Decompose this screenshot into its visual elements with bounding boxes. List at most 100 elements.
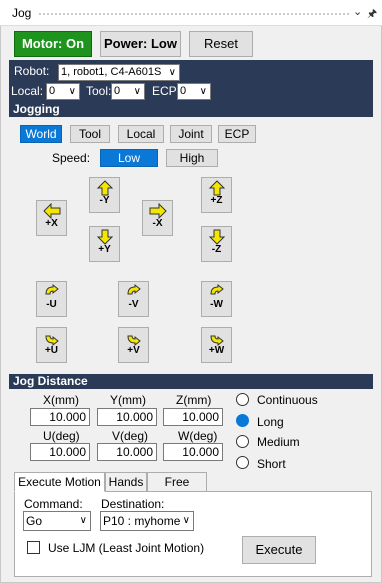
destination-label: Destination: — [101, 497, 165, 511]
ecp-select-value: 0 — [180, 85, 187, 97]
jog-plus-x-button[interactable]: +X — [36, 200, 67, 236]
arrow-right-icon — [149, 203, 167, 219]
jog-plus-w-button[interactable]: +W — [201, 327, 232, 363]
jog-minus-u-label: -U — [46, 299, 57, 310]
chevron-down-icon: ∨ — [182, 515, 190, 526]
tool-label: Tool: — [86, 84, 112, 98]
window-title: Jog — [12, 6, 32, 20]
jog-plus-z-label: +Z — [210, 195, 223, 206]
motor-on-button[interactable]: Motor: On — [14, 31, 92, 57]
jog-minus-u-button[interactable]: -U — [36, 281, 67, 317]
arrow-down-icon — [96, 229, 113, 245]
arrow-down-icon — [208, 229, 225, 245]
use-ljm-label: Use LJM (Least Joint Motion) — [48, 541, 205, 555]
jog-minus-z-label: -Z — [211, 244, 222, 255]
v-distance-input[interactable]: 10.000 — [97, 443, 157, 461]
long-radio[interactable] — [236, 414, 249, 427]
robot-select-value: 1, robot1, C4-A601S — [61, 66, 162, 78]
jog-plus-y-label: +Y — [98, 244, 111, 255]
short-radio[interactable] — [236, 456, 249, 469]
jog-plus-y-button[interactable]: +Y — [89, 226, 120, 262]
jog-plus-z-button[interactable]: +Z — [201, 177, 232, 213]
robot-select[interactable]: 1, robot1, C4-A601S ∨ — [58, 64, 180, 81]
w-deg-label: W(deg) — [178, 429, 218, 443]
command-select-value: Go — [26, 514, 43, 528]
destination-select-value: P10 : myhome — [103, 514, 181, 528]
local-select-value: 0 — [49, 85, 56, 97]
rotate-ccw-icon — [44, 284, 59, 295]
speed-low-button[interactable]: Low — [100, 149, 158, 167]
tool-select[interactable]: 0 ∨ — [111, 83, 145, 100]
mode-tab-ecp[interactable]: ECP — [218, 125, 256, 143]
command-select[interactable]: Go ∨ — [23, 511, 91, 531]
tab-free-joints[interactable]: Free Joints — [147, 472, 207, 507]
y-mm-label: Y(mm) — [110, 393, 146, 407]
w-distance-input[interactable]: 10.000 — [163, 443, 223, 461]
continuous-radio[interactable] — [236, 393, 249, 406]
z-distance-input[interactable]: 10.000 — [163, 408, 223, 426]
jog-minus-w-button[interactable]: -W — [201, 281, 232, 317]
chevron-down-icon: ∨ — [199, 86, 207, 97]
jog-plus-v-label: +V — [127, 345, 140, 356]
jog-minus-v-button[interactable]: -V — [118, 281, 149, 317]
speed-high-button[interactable]: High — [166, 149, 218, 167]
mode-tab-tool[interactable]: Tool — [70, 125, 110, 143]
arrow-up-icon — [208, 180, 225, 196]
jog-minus-v-label: -V — [128, 299, 139, 310]
local-label: Local: — [11, 84, 44, 98]
mode-tab-local[interactable]: Local — [118, 125, 164, 143]
rotate-ccw-icon — [209, 284, 224, 295]
chevron-down-icon: ∨ — [79, 515, 87, 526]
pin-icon[interactable]: 🖈 — [367, 5, 377, 24]
speed-label: Speed: — [52, 151, 91, 165]
jog-plus-x-label: +X — [45, 218, 58, 229]
x-mm-label: X(mm) — [43, 393, 79, 407]
mode-tab-joint[interactable]: Joint — [170, 125, 212, 143]
short-label: Short — [257, 457, 286, 471]
jog-plus-w-label: +W — [208, 345, 225, 356]
use-ljm-checkbox[interactable] — [27, 541, 40, 554]
grip-dots — [38, 12, 350, 16]
jog-minus-y-label: -Y — [99, 195, 110, 206]
rotate-cw-icon — [209, 335, 224, 346]
chevron-down-icon: ∨ — [168, 67, 176, 78]
arrow-left-icon — [42, 203, 60, 219]
arrow-up-icon — [96, 180, 113, 196]
v-deg-label: V(deg) — [112, 429, 149, 443]
tool-select-value: 0 — [114, 85, 121, 97]
x-distance-input[interactable]: 10.000 — [30, 408, 90, 426]
jog-plus-u-button[interactable]: +U — [36, 327, 67, 363]
local-select[interactable]: 0 ∨ — [46, 83, 80, 100]
execute-button[interactable]: Execute — [242, 536, 316, 564]
jog-minus-y-button[interactable]: -Y — [89, 177, 120, 213]
mode-tab-world[interactable]: World — [20, 125, 62, 143]
jog-plus-v-button[interactable]: +V — [118, 327, 149, 363]
medium-label: Medium — [257, 435, 300, 449]
tab-execute-motion[interactable]: Execute Motion — [14, 472, 105, 492]
chevron-down-icon: ∨ — [133, 86, 141, 97]
destination-select[interactable]: P10 : myhome ∨ — [100, 511, 194, 531]
ecp-label: ECP: — [152, 84, 181, 98]
rotate-ccw-icon — [126, 284, 141, 295]
tab-hands[interactable]: Hands — [105, 472, 147, 492]
chevron-down-icon[interactable]: ⌄ — [353, 5, 362, 18]
reset-button[interactable]: Reset — [189, 31, 253, 57]
jog-plus-u-label: +U — [44, 345, 59, 356]
ecp-select[interactable]: 0 ∨ — [177, 83, 211, 100]
power-low-button[interactable]: Power: Low — [100, 31, 181, 57]
jog-minus-x-button[interactable]: -X — [142, 200, 173, 236]
rotate-cw-icon — [44, 335, 59, 346]
jog-minus-w-label: -W — [210, 299, 223, 310]
u-distance-input[interactable]: 10.000 — [30, 443, 90, 461]
continuous-label: Continuous — [257, 393, 318, 407]
chevron-down-icon: ∨ — [68, 86, 76, 97]
jog-minus-x-label: -X — [152, 218, 163, 229]
command-label: Command: — [24, 497, 83, 511]
title-bar: Jog ⌄ 🖈 — [0, 0, 382, 26]
jogging-header: Jogging — [9, 102, 373, 117]
y-distance-input[interactable]: 10.000 — [97, 408, 157, 426]
jog-minus-z-button[interactable]: -Z — [201, 226, 232, 262]
rotate-cw-icon — [126, 335, 141, 346]
medium-radio[interactable] — [236, 435, 249, 448]
robot-label: Robot: — [14, 64, 50, 78]
